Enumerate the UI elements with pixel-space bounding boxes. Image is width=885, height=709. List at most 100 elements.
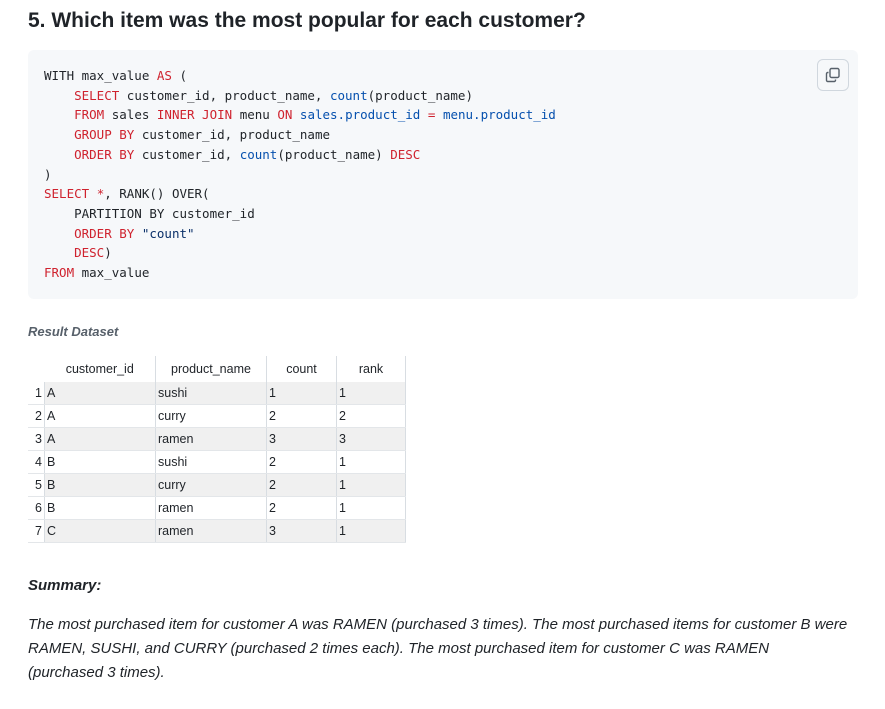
code-token: DESC xyxy=(74,245,105,261)
code-block: WITH max_value AS ( SELECT customer_id, … xyxy=(28,50,858,299)
code-token: ORDER BY xyxy=(74,146,135,162)
code-token: ON xyxy=(277,107,293,123)
row-index: 3 xyxy=(28,427,45,451)
table-cell: ramen xyxy=(155,427,267,451)
table-cell: 1 xyxy=(336,473,406,497)
code-token: max_value xyxy=(74,265,150,281)
code-line: FROM sales INNER JOIN menu ON sales.prod… xyxy=(44,107,556,122)
code-line: FROM max_value xyxy=(44,265,149,280)
code-token: SELECT xyxy=(44,186,90,202)
code-token: customer_id, xyxy=(134,146,240,162)
table-cell: B xyxy=(44,473,156,497)
table-row: 2 Acurry 2 2 xyxy=(28,404,406,428)
code-token: customer_id, product_name xyxy=(134,127,330,143)
index-header xyxy=(28,356,45,382)
summary-title: Summary: xyxy=(28,577,102,594)
row-index: 6 xyxy=(28,496,45,520)
table-header-row: customer_id product_name count rank xyxy=(28,356,406,382)
code-token: ) xyxy=(104,245,112,261)
table-row: 1 Asushi 1 1 xyxy=(28,382,406,405)
code-token: DESC xyxy=(390,146,421,162)
table-cell: B xyxy=(44,450,156,474)
result-table: customer_id product_name count rank 1 Asu… xyxy=(28,356,406,543)
table-row: 6 Bramen 2 1 xyxy=(28,496,406,520)
row-index: 2 xyxy=(28,404,45,428)
table-cell: C xyxy=(44,519,156,543)
code-line: SELECT *, RANK() OVER( xyxy=(44,186,210,201)
code-token: FROM xyxy=(74,107,105,123)
code-line: ORDER BY "count" xyxy=(44,225,194,241)
code-token: sales xyxy=(104,107,157,123)
code-line: PARTITION BY customer_id xyxy=(44,206,255,221)
table-cell: A xyxy=(44,404,156,428)
code-token: SELECT xyxy=(74,87,120,103)
column-header: rank xyxy=(336,356,406,382)
table-row: 7 Cramen 3 1 xyxy=(28,519,406,543)
table-row: 4 Bsushi 2 1 xyxy=(28,450,406,474)
code-token: WITH max_value xyxy=(44,68,157,83)
table-cell: 2 xyxy=(266,473,337,497)
table-cell: 1 xyxy=(336,496,406,520)
table-cell: 2 xyxy=(336,404,406,428)
table-cell: 1 xyxy=(336,519,406,543)
table-cell: curry xyxy=(155,404,267,428)
column-header: product_name xyxy=(155,356,267,382)
section-heading: 5. Which item was the most popular for e… xyxy=(28,9,586,32)
table-cell: 1 xyxy=(266,382,337,405)
table-cell: ramen xyxy=(155,496,267,520)
code-token: menu.product_id xyxy=(442,107,556,123)
code-token: PARTITION BY customer_id xyxy=(44,205,255,221)
code-line: SELECT customer_id, product_name, count(… xyxy=(44,88,473,103)
column-header: count xyxy=(266,356,337,382)
code-line: WITH max_value AS ( xyxy=(44,68,187,83)
table-cell: 1 xyxy=(336,450,406,474)
summary-text: The most purchased item for customer A w… xyxy=(28,616,848,681)
table-cell: sushi xyxy=(155,450,267,474)
sql-code[interactable]: WITH max_value AS ( SELECT customer_id, … xyxy=(44,66,556,283)
code-token: menu xyxy=(232,107,278,123)
code-token: count xyxy=(239,146,278,162)
code-token: ORDER BY xyxy=(74,225,135,241)
code-token: customer_id, product_name, xyxy=(119,87,330,103)
copy-button[interactable] xyxy=(817,59,849,91)
code-token: INNER JOIN xyxy=(156,107,233,123)
column-header: customer_id xyxy=(44,356,156,382)
result-dataset-label: Result Dataset xyxy=(28,324,119,339)
table-cell: 3 xyxy=(266,427,337,451)
table-cell: A xyxy=(44,427,156,451)
row-index: 5 xyxy=(28,473,45,497)
code-line: DESC) xyxy=(44,245,112,260)
table-cell: 3 xyxy=(336,427,406,451)
code-token: FROM xyxy=(44,265,75,281)
table-cell: B xyxy=(44,496,156,520)
table-row: 3 Aramen 3 3 xyxy=(28,427,406,451)
code-line: ORDER BY customer_id, count(product_name… xyxy=(44,147,420,162)
code-token: sales.product_id xyxy=(299,107,421,123)
table-cell: A xyxy=(44,382,156,405)
table-row: 5 Bcurry 2 1 xyxy=(28,473,406,497)
table-cell: ramen xyxy=(155,519,267,543)
code-line: ) xyxy=(44,167,52,182)
code-token: AS xyxy=(156,68,172,83)
code-line: GROUP BY customer_id, product_name xyxy=(44,127,330,142)
copy-icon xyxy=(825,67,840,83)
table-cell: 3 xyxy=(266,519,337,543)
code-token: ) xyxy=(44,166,52,182)
table-cell: sushi xyxy=(155,382,267,405)
code-token: (product_name) xyxy=(367,87,473,103)
row-index: 1 xyxy=(28,382,45,405)
code-token: count xyxy=(329,87,368,103)
code-token: GROUP BY xyxy=(74,127,135,143)
table-cell: curry xyxy=(155,473,267,497)
table-cell: 2 xyxy=(266,450,337,474)
